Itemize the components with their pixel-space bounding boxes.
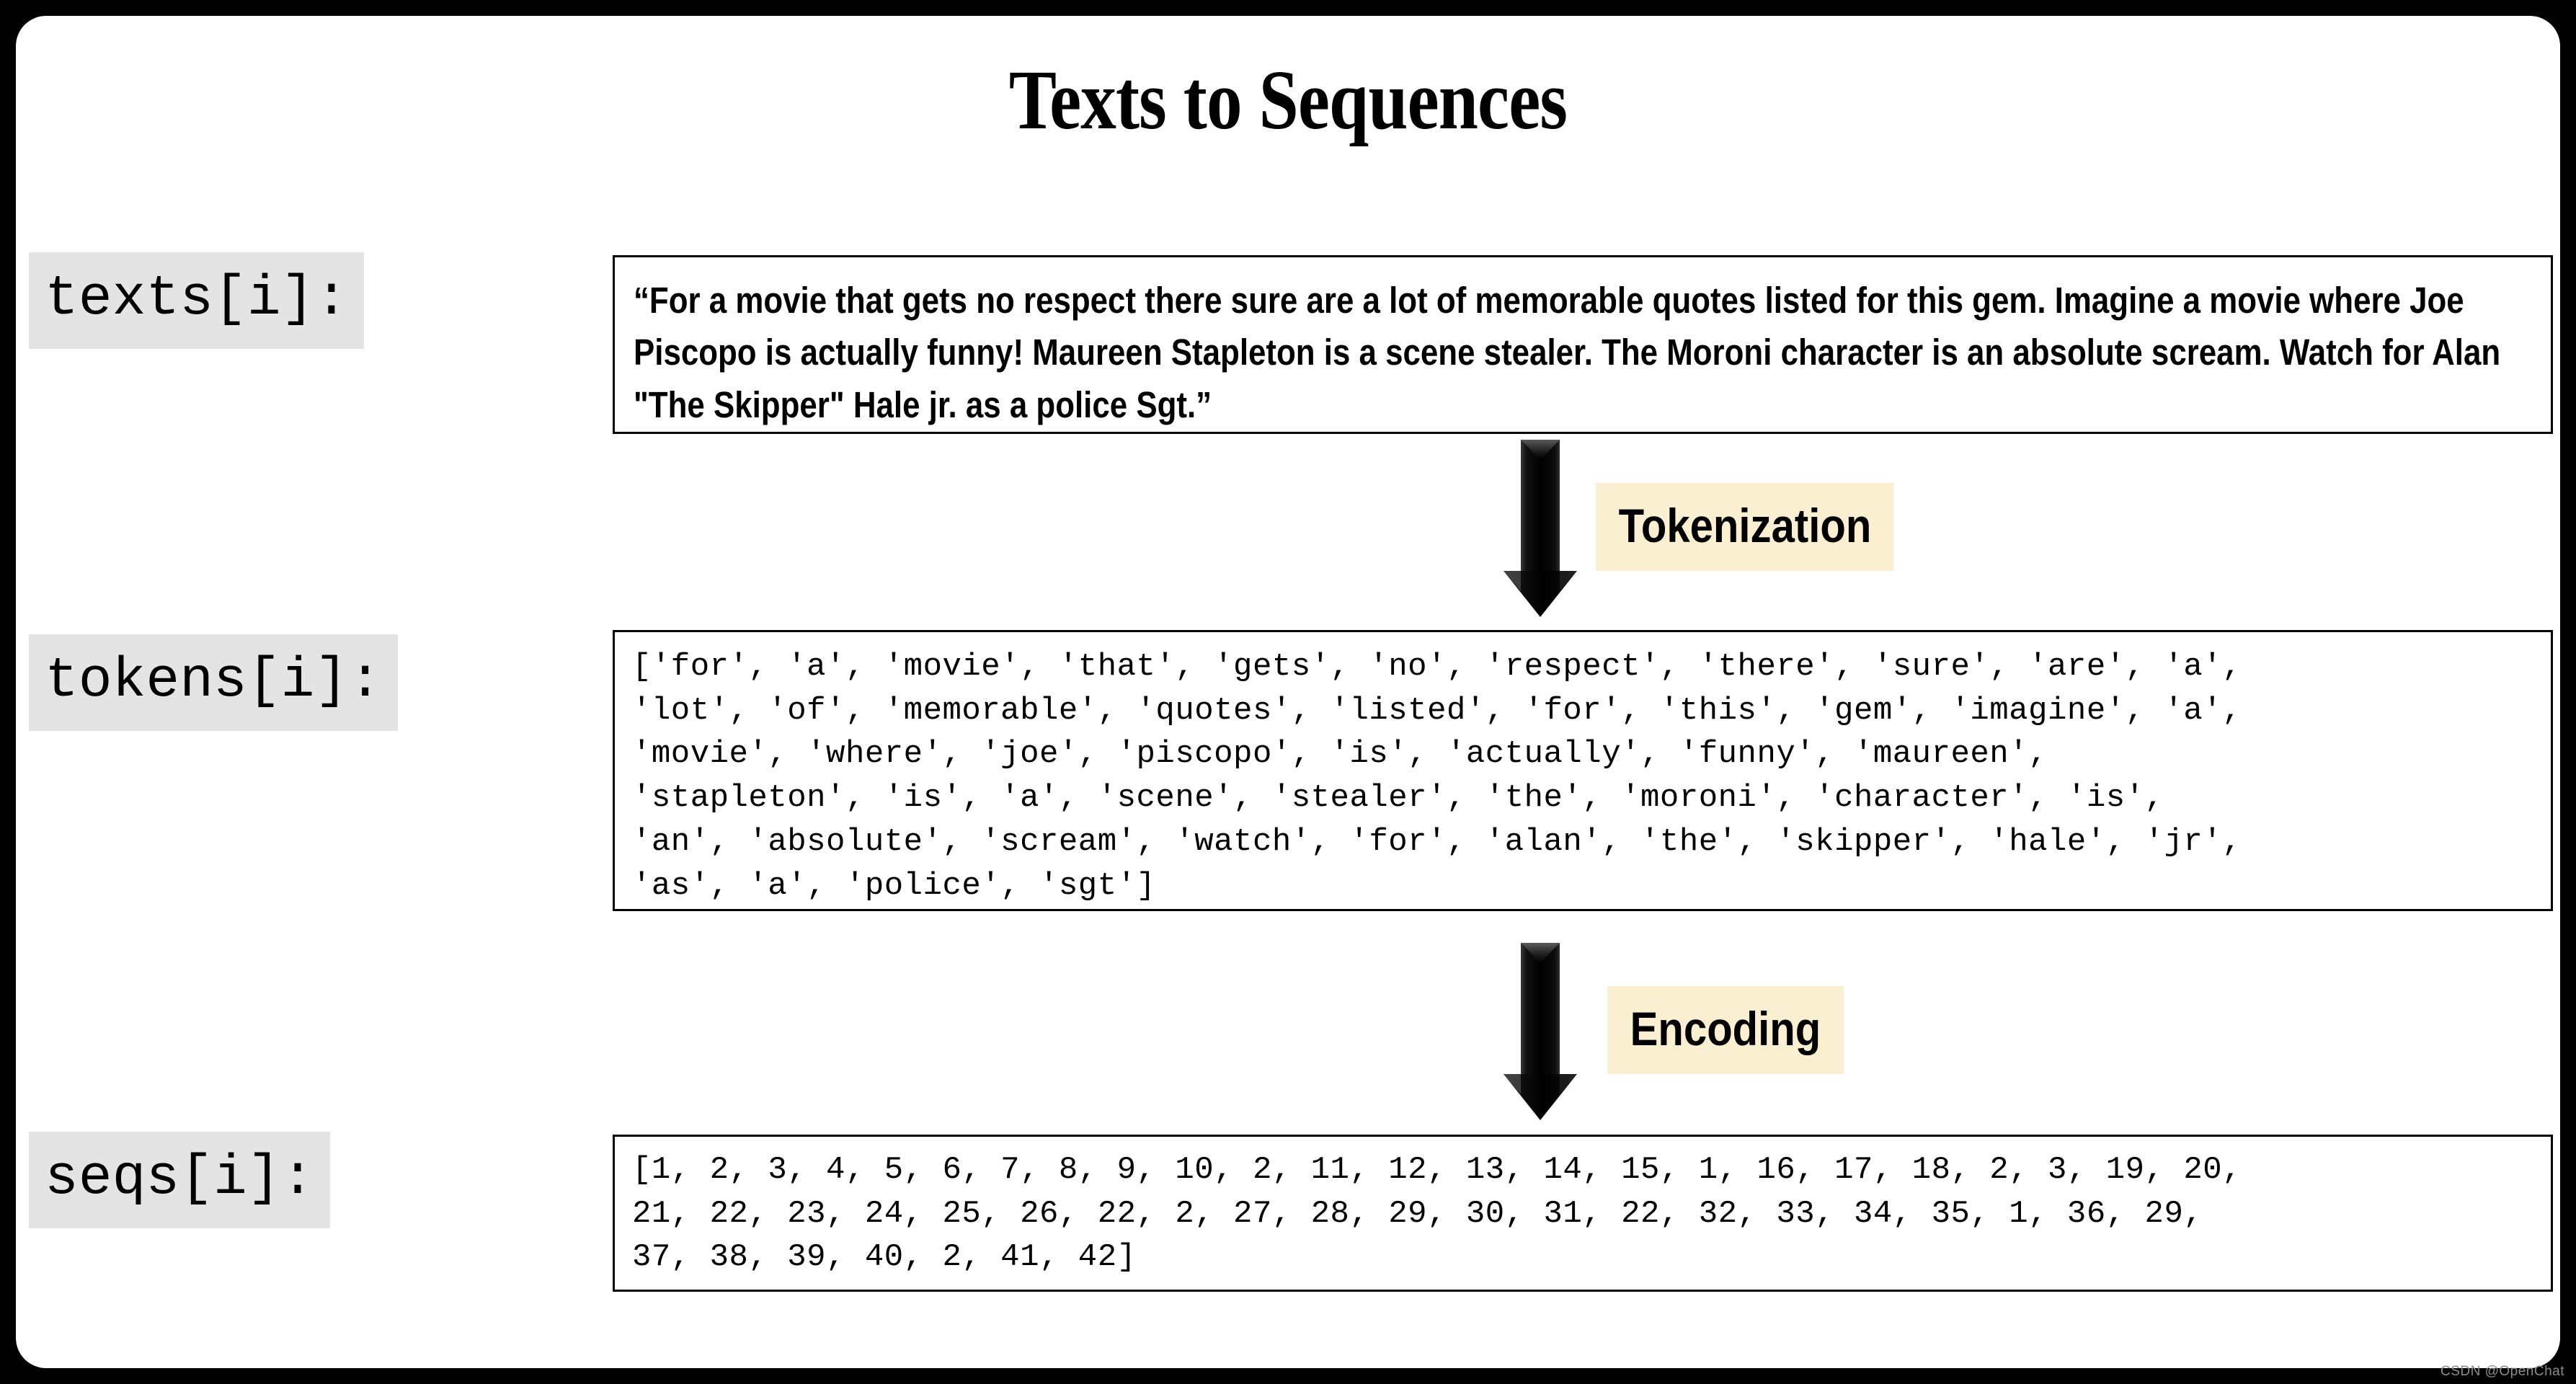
seqs-content-box: [1, 2, 3, 4, 5, 6, 7, 8, 9, 10, 2, 11, 1… [613,1135,2553,1292]
tokens-content-box: ['for', 'a', 'movie', 'that', 'gets', 'n… [613,630,2553,911]
variable-label-tokens: tokens[i]: [29,634,399,731]
slide-canvas: Texts to Sequences texts[i]: “For a movi… [16,16,2560,1368]
variable-label-texts: texts[i]: [29,252,365,349]
down-arrow-icon-tokenization [1502,438,1578,618]
texts-content-box: “For a movie that gets no respect there … [613,255,2553,434]
step-tag-encoding: Encoding [1607,986,1844,1074]
slide-outer-frame: Texts to Sequences texts[i]: “For a movi… [0,0,2576,1384]
watermark-label: CSDN @OpenChat [2440,1364,2564,1379]
texts-content-text: “For a movie that gets no respect there … [634,280,2501,425]
page-title: Texts to Sequences [1008,53,1568,147]
tokens-content-text: ['for', 'a', 'movie', 'that', 'gets', 'n… [632,649,2242,904]
seqs-content-text: [1, 2, 3, 4, 5, 6, 7, 8, 9, 10, 2, 11, 1… [632,1152,2242,1276]
down-arrow-icon-encoding [1502,941,1578,1122]
step-tag-tokenization: Tokenization [1596,483,1894,571]
variable-label-seqs: seqs[i]: [29,1132,331,1228]
